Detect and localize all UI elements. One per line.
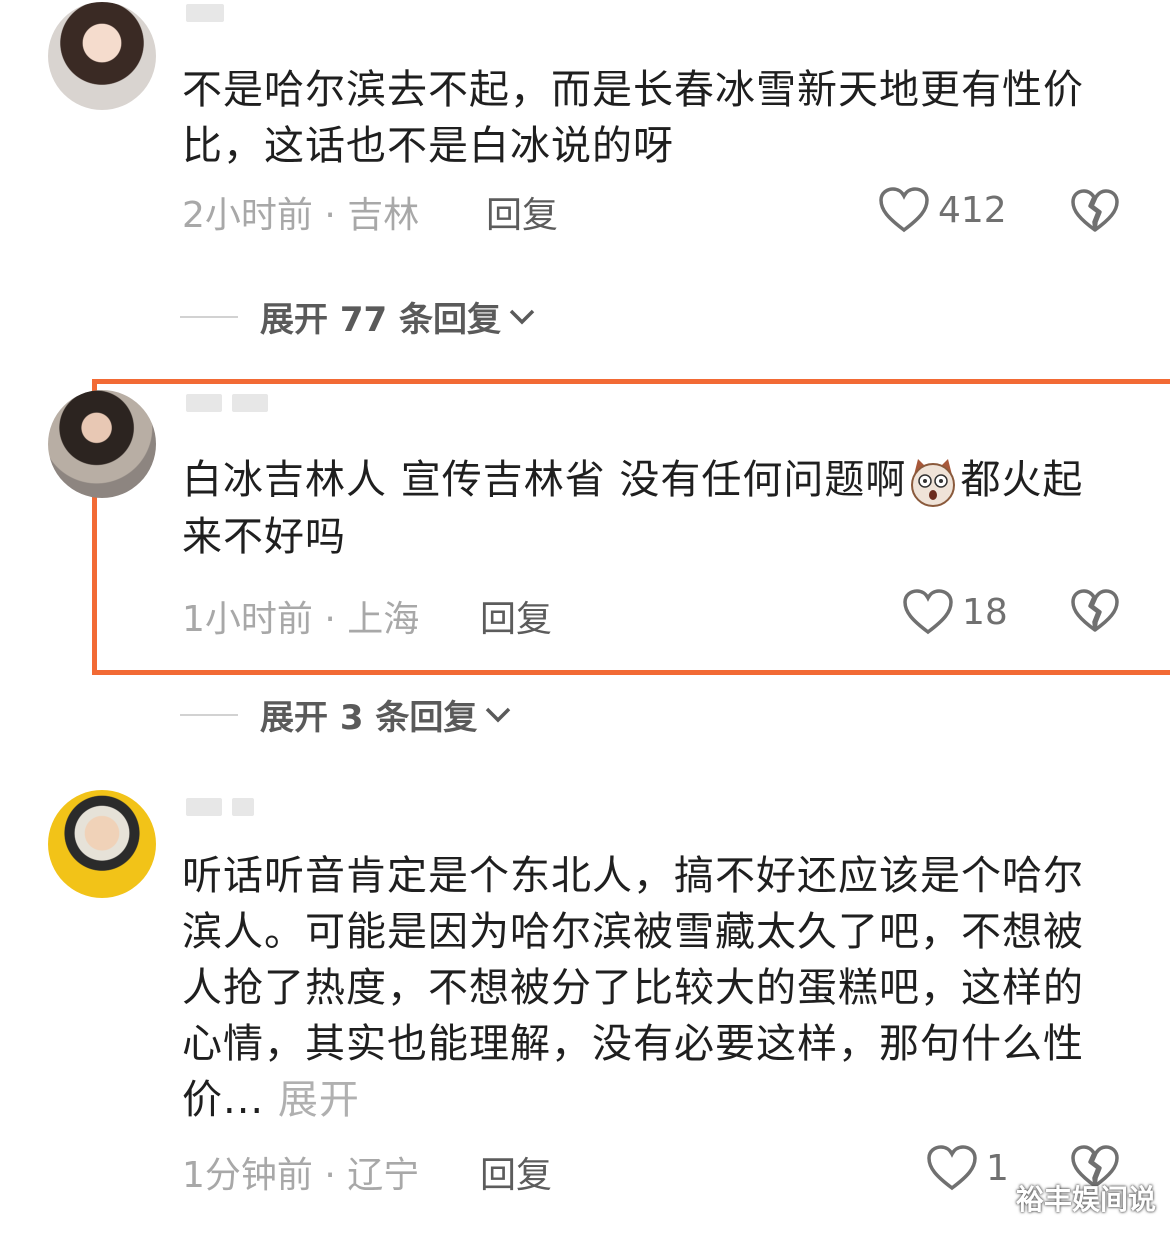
- chevron-down-icon: [486, 707, 511, 722]
- heart-outline-icon: [927, 1145, 977, 1191]
- heart-outline-icon: [903, 589, 953, 635]
- like-count: 1: [986, 1147, 1009, 1189]
- comment-text-part1: 白冰吉林人 宣传吉林省 没有任何问题啊: [182, 457, 907, 503]
- avatar[interactable]: [48, 2, 156, 110]
- watermark: 裕丰娱间说: [1015, 1183, 1156, 1216]
- expand-replies-button[interactable]: 展开 77 条回复: [180, 292, 537, 341]
- comment-text: 白冰吉林人 宣传吉林省 没有任何问题啊 都火起来不好吗: [182, 452, 1092, 565]
- comment-meta: 1小时前 · 上海: [182, 599, 420, 640]
- expand-text-link[interactable]: 展开: [278, 1077, 360, 1123]
- like-button[interactable]: 1: [926, 1144, 1009, 1192]
- dog-face-emoji: [911, 459, 956, 507]
- reply-button[interactable]: 回复: [480, 590, 552, 642]
- comment-meta: 2小时前 · 吉林: [182, 195, 420, 236]
- comment-item: 白冰吉林人 宣传吉林省 没有任何问题啊 都火起来不好吗 1小时前 · 上海 回复…: [0, 384, 1170, 744]
- like-count: 18: [962, 591, 1008, 633]
- expand-replies-label: 展开 3 条回复: [260, 698, 478, 738]
- like-button[interactable]: 18: [902, 588, 1008, 636]
- comment-meta: 1分钟前 · 辽宁: [182, 1155, 420, 1196]
- like-button[interactable]: 412: [878, 186, 1007, 234]
- chevron-down-icon: [509, 309, 535, 324]
- heart-outline-icon: [879, 187, 929, 233]
- comment-text: 不是哈尔滨去不起，而是长春冰雪新天地更有性价比，这话也不是白冰说的呀: [182, 67, 1084, 169]
- comment-item: 听话听音肯定是个东北人，搞不好还应该是个哈尔滨人。可能是因为哈尔滨被雪藏太久了吧…: [0, 790, 1170, 1238]
- avatar[interactable]: [48, 390, 156, 498]
- expand-replies-label: 展开 77 条回复: [260, 300, 501, 340]
- username-blurred[interactable]: [186, 2, 224, 24]
- comment-item: 不是哈尔滨去不起，而是长春冰雪新天地更有性价比，这话也不是白冰说的呀 2小时前 …: [0, 0, 1170, 360]
- broken-heart-icon: [1071, 589, 1119, 632]
- reply-button[interactable]: 回复: [486, 186, 558, 238]
- divider-line: [180, 315, 238, 318]
- dislike-button[interactable]: [1070, 188, 1120, 238]
- divider-line: [180, 713, 238, 716]
- broken-heart-icon: [1071, 189, 1119, 232]
- like-count: 412: [938, 189, 1007, 231]
- comment-text: 听话听音肯定是个东北人，搞不好还应该是个哈尔滨人。可能是因为哈尔滨被雪藏太久了吧…: [182, 848, 1092, 1128]
- reply-button[interactable]: 回复: [480, 1146, 552, 1198]
- avatar[interactable]: [48, 790, 156, 898]
- dislike-button[interactable]: [1070, 588, 1120, 638]
- expand-replies-button[interactable]: 展开 3 条回复: [180, 690, 513, 739]
- username-blurred[interactable]: [186, 392, 268, 414]
- username-blurred[interactable]: [186, 796, 254, 818]
